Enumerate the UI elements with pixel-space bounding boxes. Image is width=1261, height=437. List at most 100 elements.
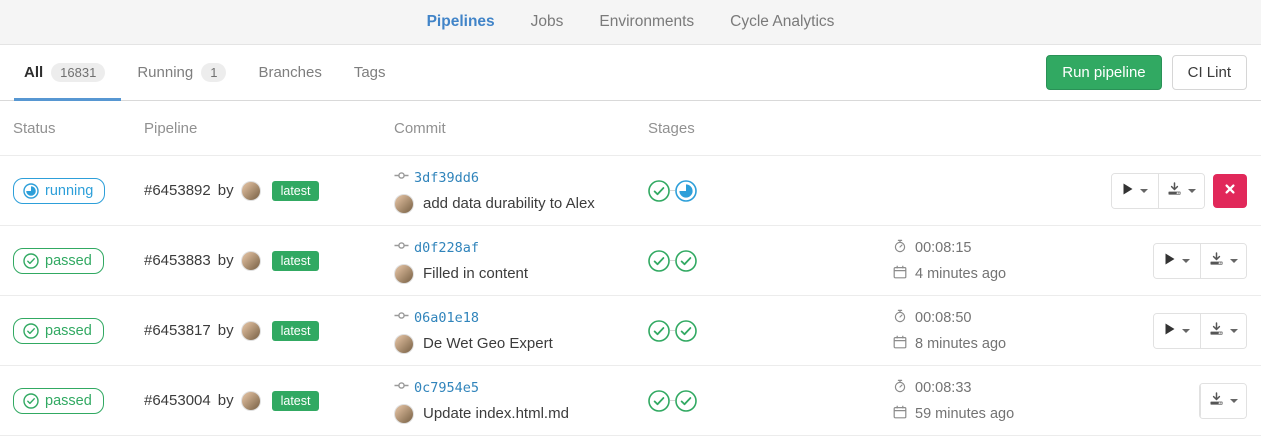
commit-sha-link[interactable]: 3df39dd6 <box>414 170 479 186</box>
pipeline-row: passed #6453817 by latest 06a01e18 De We… <box>0 296 1261 366</box>
pipeline-author-avatar[interactable] <box>241 391 261 411</box>
header-stages: Stages <box>648 120 880 137</box>
calendar-icon <box>893 335 907 353</box>
stages-cell <box>648 180 880 202</box>
pipeline-cell: #6453817 by latest <box>144 321 394 341</box>
commit-author-avatar[interactable] <box>394 334 414 354</box>
commit-icon <box>394 238 409 258</box>
commit-sha-link[interactable]: 0c7954e5 <box>414 380 479 396</box>
status-label: passed <box>45 323 92 339</box>
commit-icon <box>394 168 409 188</box>
header-commit: Commit <box>394 120 648 137</box>
stage-running-icon[interactable] <box>675 180 697 202</box>
nav-item-jobs[interactable]: Jobs <box>531 13 564 31</box>
tab-branches-label: Branches <box>258 64 321 81</box>
stage-passed-icon[interactable] <box>675 250 697 272</box>
artifacts-download-dropdown-button[interactable] <box>1158 174 1204 208</box>
header-pipeline: Pipeline <box>144 120 394 137</box>
header-status: Status <box>13 120 144 137</box>
nav-item-environments[interactable]: Environments <box>599 13 694 31</box>
by-label: by <box>218 392 234 409</box>
pipeline-author-avatar[interactable] <box>241 181 261 201</box>
status-badge[interactable]: passed <box>13 388 104 414</box>
status-icon <box>23 323 39 339</box>
pipeline-id-link[interactable]: #6453817 <box>144 322 211 339</box>
time-ago-value: 8 minutes ago <box>915 336 1006 352</box>
time-ago-value: 4 minutes ago <box>915 266 1006 282</box>
artifacts-download-dropdown-button[interactable] <box>1200 244 1246 278</box>
chevron-down-icon <box>1230 259 1238 263</box>
latest-badge[interactable]: latest <box>272 391 320 411</box>
pipelines-table-body: running #6453892 by latest 3df39dd6 add … <box>0 156 1261 436</box>
time-cell: 00:08:33 59 minutes ago <box>880 379 1105 423</box>
stage-passed-icon[interactable] <box>648 320 670 342</box>
latest-badge[interactable]: latest <box>272 181 320 201</box>
actions-button-group <box>1153 313 1247 349</box>
commit-cell: 06a01e18 De Wet Geo Expert <box>394 308 648 354</box>
commit-author-avatar[interactable] <box>394 264 414 284</box>
pipeline-row: passed #6453883 by latest d0f228af Fille… <box>0 226 1261 296</box>
tab-running[interactable]: Running 1 <box>121 45 242 100</box>
calendar-icon <box>893 405 907 423</box>
cancel-pipeline-button[interactable] <box>1213 174 1247 208</box>
tab-running-label: Running <box>137 64 193 81</box>
pipeline-id-link[interactable]: #6453004 <box>144 392 211 409</box>
nav-item-pipelines[interactable]: Pipelines <box>427 13 495 31</box>
ci-lint-button[interactable]: CI Lint <box>1172 55 1247 90</box>
commit-author-avatar[interactable] <box>394 194 414 214</box>
duration-line: 00:08:33 <box>893 379 1105 397</box>
project-nav: Pipelines Jobs Environments Cycle Analyt… <box>0 0 1261 45</box>
tab-running-count-badge: 1 <box>201 63 226 82</box>
pipeline-id-link[interactable]: #6453892 <box>144 182 211 199</box>
actions-button-group <box>1153 243 1247 279</box>
commit-sha-link[interactable]: 06a01e18 <box>414 310 479 326</box>
latest-badge[interactable]: latest <box>272 321 320 341</box>
stage-passed-icon[interactable] <box>648 390 670 412</box>
artifacts-download-dropdown-button[interactable] <box>1200 384 1246 418</box>
stage-passed-icon[interactable] <box>675 390 697 412</box>
nav-item-cycle-analytics[interactable]: Cycle Analytics <box>730 13 834 31</box>
duration-value: 00:08:33 <box>915 380 971 396</box>
time-ago-value: 59 minutes ago <box>915 406 1014 422</box>
actions-cell <box>1105 383 1261 419</box>
tab-all-label: All <box>24 64 43 81</box>
finished-line: 8 minutes ago <box>893 335 1105 353</box>
manual-play-dropdown-button[interactable] <box>1112 174 1158 208</box>
stage-passed-icon[interactable] <box>648 180 670 202</box>
manual-play-dropdown-button[interactable] <box>1154 314 1200 348</box>
run-pipeline-button[interactable]: Run pipeline <box>1046 55 1161 90</box>
commit-message: Update index.html.md <box>423 405 569 422</box>
stage-passed-icon[interactable] <box>675 320 697 342</box>
tab-tags[interactable]: Tags <box>338 45 402 100</box>
status-label: passed <box>45 393 92 409</box>
pipeline-cell: #6453892 by latest <box>144 181 394 201</box>
pipeline-id-link[interactable]: #6453883 <box>144 252 211 269</box>
tab-all[interactable]: All 16831 <box>14 45 121 100</box>
play-icon <box>1122 183 1134 198</box>
download-icon <box>1209 392 1224 409</box>
stages-cell <box>648 250 880 272</box>
pipelines-toolbar: Run pipeline CI Lint <box>1046 45 1247 100</box>
close-icon <box>1224 183 1236 198</box>
manual-play-dropdown-button[interactable] <box>1154 244 1200 278</box>
chevron-down-icon <box>1182 259 1190 263</box>
commit-cell: d0f228af Filled in content <box>394 238 648 284</box>
artifacts-download-dropdown-button[interactable] <box>1200 314 1246 348</box>
status-label: passed <box>45 253 92 269</box>
commit-cell: 3df39dd6 add data durability to Alex <box>394 168 648 214</box>
status-badge[interactable]: passed <box>13 318 104 344</box>
status-badge[interactable]: running <box>13 178 105 204</box>
commit-cell: 0c7954e5 Update index.html.md <box>394 378 648 424</box>
actions-button-group <box>1199 383 1247 419</box>
commit-sha-link[interactable]: d0f228af <box>414 240 479 256</box>
duration-value: 00:08:50 <box>915 310 971 326</box>
commit-icon <box>394 378 409 398</box>
pipeline-author-avatar[interactable] <box>241 251 261 271</box>
commit-author-avatar[interactable] <box>394 404 414 424</box>
status-badge[interactable]: passed <box>13 248 104 274</box>
duration-line: 00:08:50 <box>893 309 1105 327</box>
pipeline-author-avatar[interactable] <box>241 321 261 341</box>
stage-passed-icon[interactable] <box>648 250 670 272</box>
latest-badge[interactable]: latest <box>272 251 320 271</box>
tab-branches[interactable]: Branches <box>242 45 337 100</box>
